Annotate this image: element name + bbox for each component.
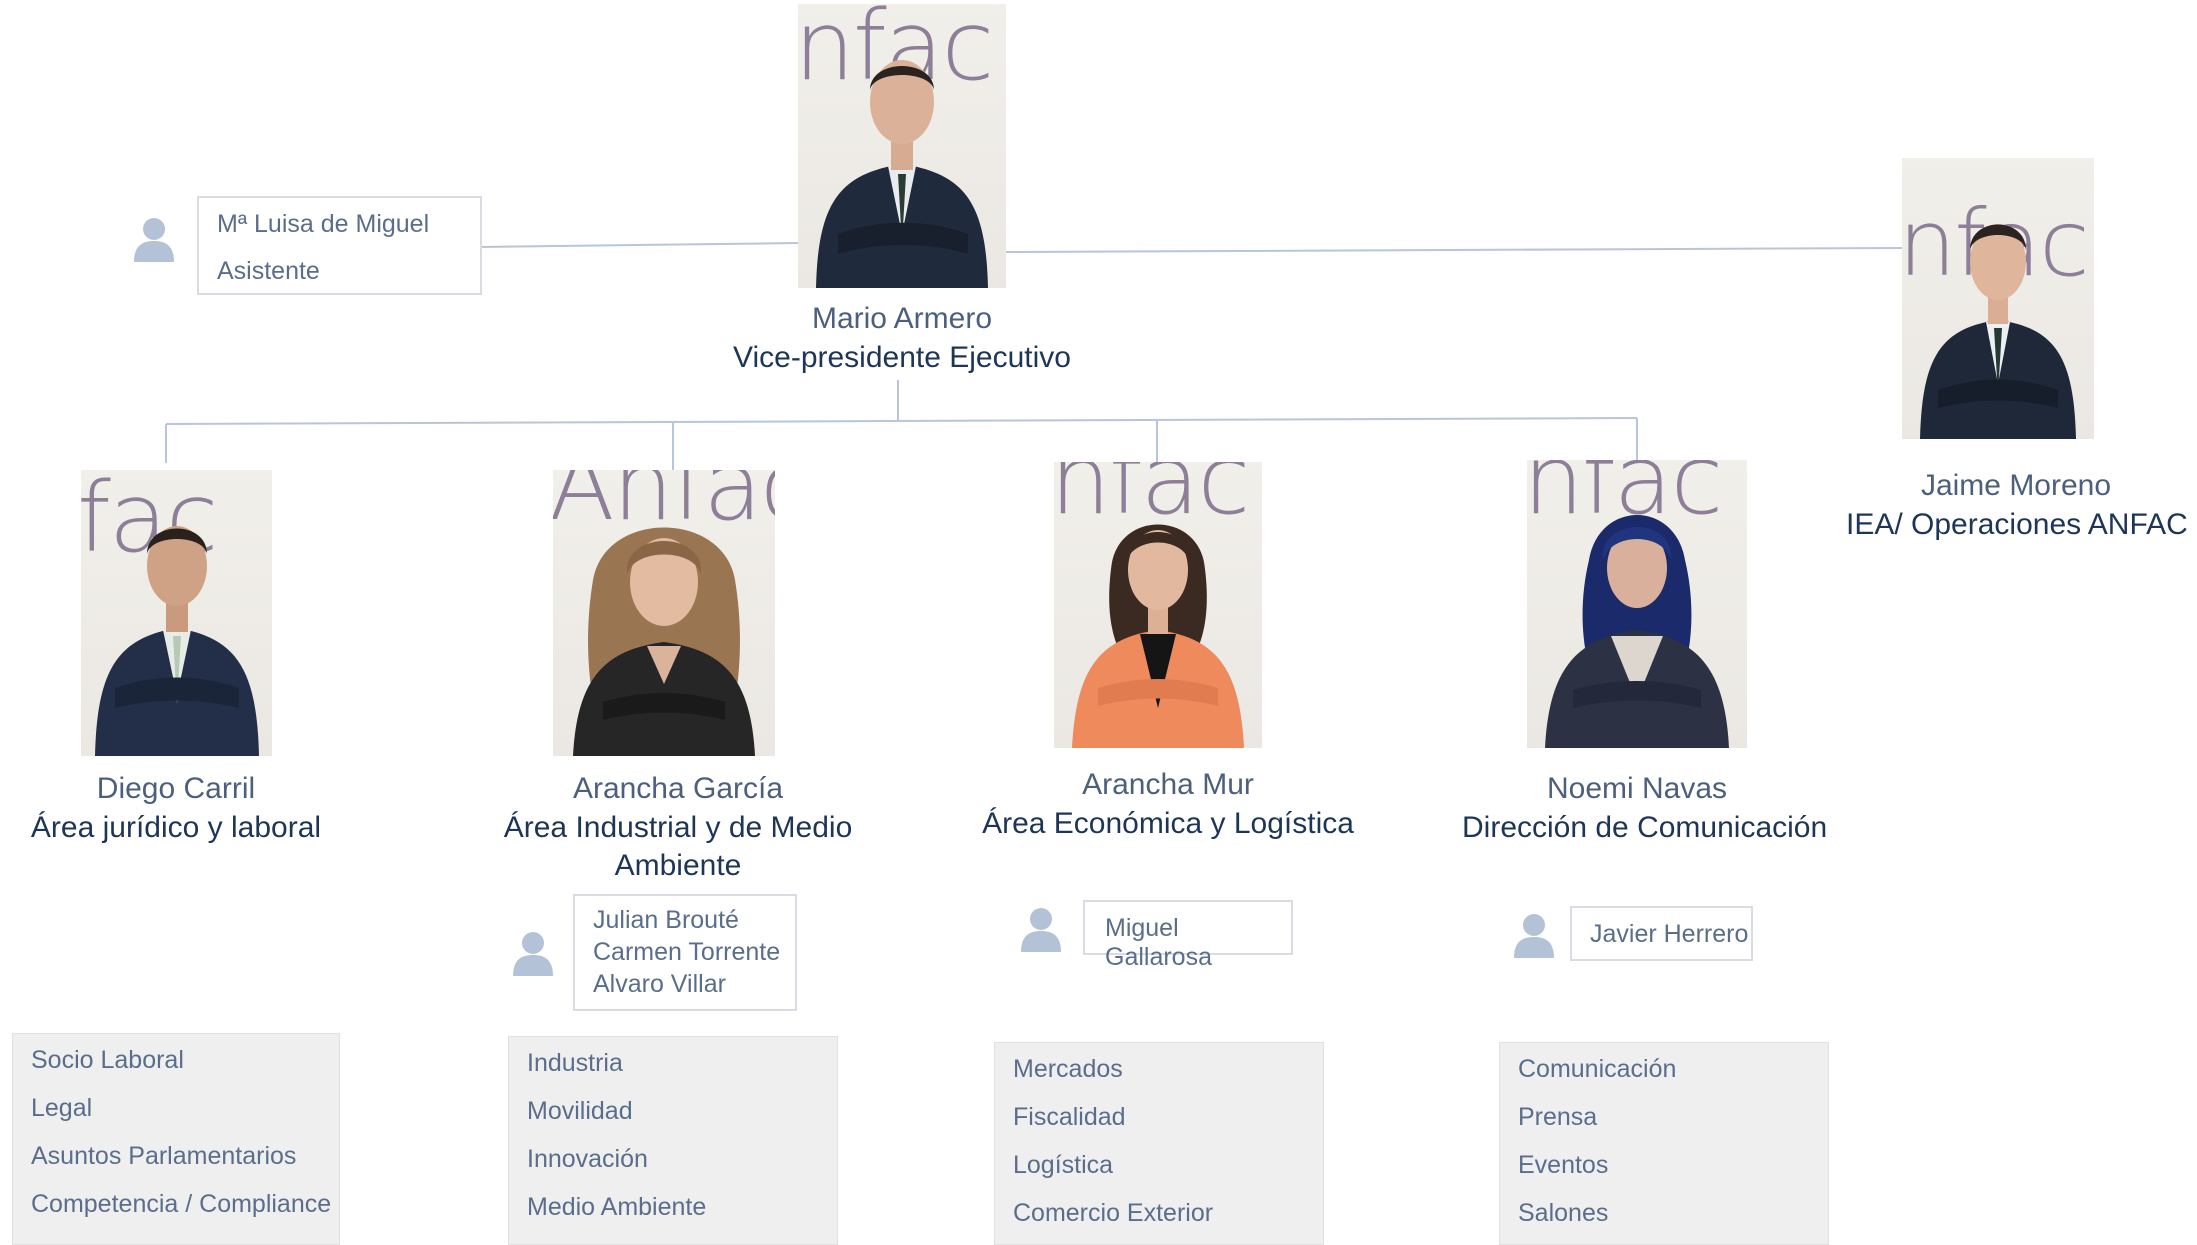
topic-item: Legal	[31, 1094, 93, 1122]
iea-name: Jaime Moreno	[1920, 469, 2112, 502]
man-portrait-icon	[1920, 224, 2076, 439]
user-icon	[1021, 908, 1061, 952]
area-role: Área jurídico y laboral	[30, 811, 322, 844]
user-icon	[513, 932, 553, 976]
topic-item: Asuntos Parlamentarios	[31, 1142, 297, 1170]
topic-box: Socio Laboral Legal Asuntos Parlamentari…	[12, 1033, 340, 1245]
area-photo-arancha-mur: nfac	[1054, 462, 1262, 748]
topic-item: Industria	[527, 1049, 623, 1077]
staff-box: Javier Herrero	[1570, 906, 1753, 961]
area-name: Noemi Navas	[1546, 772, 1728, 805]
man-portrait-icon	[95, 526, 259, 756]
area-role: Área Industrial y de Medio Ambiente	[503, 811, 853, 882]
topic-item: Prensa	[1518, 1103, 1598, 1131]
topic-item: Comunicación	[1518, 1055, 1677, 1083]
staff-name: Miguel Gallarosa	[1105, 914, 1212, 971]
woman-portrait-icon	[1072, 524, 1244, 748]
area-photo-noemi-navas: nfac	[1527, 460, 1747, 748]
topic-item: Logística	[1013, 1151, 1114, 1179]
area-name: Diego Carril	[96, 772, 256, 805]
woman-portrait-icon	[573, 527, 755, 756]
staff-name: Julian Brouté	[593, 906, 739, 934]
topic-item: Comercio Exterior	[1013, 1199, 1214, 1227]
topic-item: Movilidad	[527, 1097, 633, 1125]
area-role: Dirección de Comunicación	[1462, 811, 1828, 844]
topic-item: Eventos	[1518, 1151, 1609, 1179]
assistant-box: Mª Luisa de Miguel Asistente	[197, 196, 482, 295]
executive-name: Mario Armero	[811, 302, 993, 335]
staff-name: Alvaro Villar	[593, 970, 726, 998]
iea-photo: nfac	[1902, 158, 2094, 439]
assistant-title: Asistente	[217, 257, 320, 285]
area-name: Arancha Mur	[1082, 768, 1254, 801]
user-icon	[134, 218, 174, 262]
topic-box: Industria Movilidad Innovación Medio Amb…	[508, 1036, 838, 1245]
staff-box: Julian Brouté Carmen Torrente Alvaro Vil…	[573, 894, 797, 1011]
executive-photo: nfac	[798, 4, 1006, 288]
topic-item: Medio Ambiente	[527, 1193, 707, 1221]
staff-name: Javier Herrero	[1590, 920, 1749, 948]
topic-item: Mercados	[1013, 1055, 1123, 1083]
iea-role: IEA/ Operaciones ANFAC	[1846, 508, 2188, 541]
staff-box: Miguel Gallarosa	[1083, 900, 1293, 971]
staff-name: Carmen Torrente	[593, 938, 781, 966]
topic-item: Socio Laboral	[31, 1046, 184, 1074]
topic-item: Fiscalidad	[1013, 1103, 1126, 1131]
user-icon	[1514, 914, 1554, 958]
topic-box: Mercados Fiscalidad Logística Comercio E…	[994, 1042, 1324, 1245]
woman-portrait-icon	[1545, 515, 1729, 748]
executive-role: Vice-presidente Ejecutivo	[733, 341, 1071, 374]
area-photo-diego-carril: fac	[81, 470, 272, 756]
topic-box: Comunicación Prensa Eventos Salones	[1499, 1042, 1829, 1245]
area-name: Arancha García	[572, 772, 784, 805]
topic-item: Innovación	[527, 1145, 648, 1173]
assistant-name: Mª Luisa de Miguel	[217, 210, 430, 238]
topic-item: Competencia / Compliance	[31, 1190, 332, 1218]
man-portrait-icon	[816, 60, 988, 288]
area-role: Área Económica y Logística	[982, 807, 1354, 840]
area-photo-arancha-garcia: Anfac	[553, 470, 775, 756]
topic-item: Salones	[1518, 1199, 1609, 1227]
